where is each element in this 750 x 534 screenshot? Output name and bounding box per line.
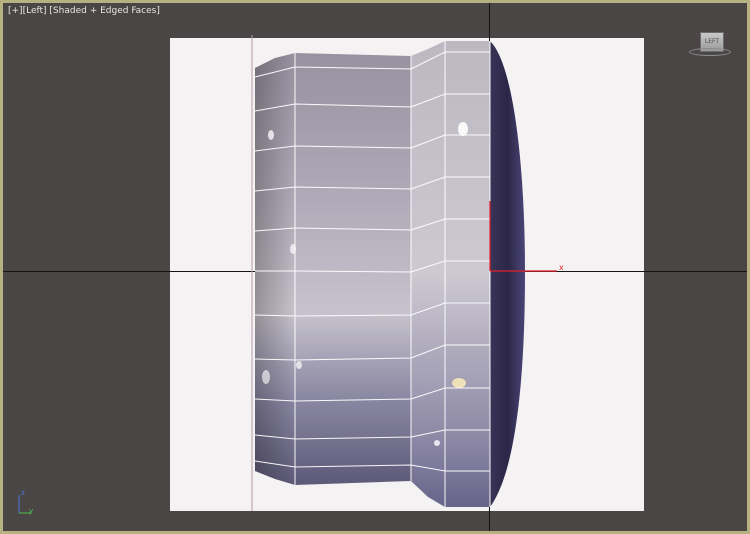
axis-tripod-y-label: y [29, 507, 34, 515]
highlight [296, 361, 302, 369]
axis-tripod: z y [15, 489, 37, 517]
body-left-shading [255, 53, 295, 485]
axis-tripod-icon [18, 495, 31, 514]
highlight [452, 378, 466, 388]
axis-tripod-z-label: z [21, 489, 25, 497]
rim-edge [490, 41, 525, 507]
mesh-object[interactable]: x [3, 3, 747, 531]
viewcube-compass-ring[interactable] [689, 48, 731, 56]
highlight [434, 440, 440, 446]
highlight [268, 130, 274, 140]
viewcube[interactable]: LEFT [687, 29, 733, 61]
flange-section [411, 41, 490, 507]
highlight [262, 370, 270, 384]
left-viewport[interactable]: [+][Left] [Shaded + Edged Faces] x LEFT … [0, 0, 750, 534]
gizmo-x-label: x [559, 263, 564, 272]
highlight [458, 122, 468, 136]
